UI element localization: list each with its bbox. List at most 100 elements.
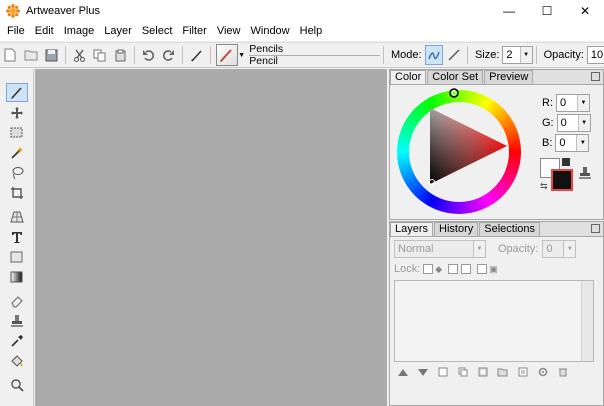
layer-opacity-value: 0 — [546, 243, 553, 255]
new-layer-icon[interactable] — [436, 367, 449, 377]
toolbar-separator — [467, 46, 468, 64]
menu-file[interactable]: File — [2, 22, 30, 41]
new-file-icon[interactable] — [1, 45, 20, 65]
green-label: G: — [542, 117, 554, 129]
reset-colors-icon[interactable]: ⇆ — [540, 181, 548, 192]
layer-opacity-spinner[interactable]: 0 ▼ — [542, 240, 577, 258]
minimize-button[interactable]: — — [490, 0, 528, 22]
menu-bar: File Edit Image Layer Select Filter View… — [0, 22, 604, 41]
menu-select[interactable]: Select — [137, 22, 178, 41]
toolbar-separator — [383, 46, 384, 64]
menu-window[interactable]: Window — [246, 22, 295, 41]
brush-preview[interactable] — [215, 44, 238, 66]
menu-filter[interactable]: Filter — [177, 22, 211, 41]
spin-arrows-icon[interactable]: ▼ — [577, 115, 590, 131]
color-wheel[interactable] — [395, 88, 523, 216]
layers-scrollbar[interactable] — [581, 281, 593, 361]
tab-selections[interactable]: Selections — [479, 222, 541, 236]
layer-lock-row: Lock: ◆ ▣ — [390, 259, 603, 279]
tab-color-set[interactable]: Color Set — [427, 70, 484, 84]
lock-transparency-checkbox[interactable] — [423, 264, 434, 274]
lock-paint-checkbox[interactable] — [448, 264, 459, 274]
rectangle-select-icon[interactable] — [6, 123, 28, 142]
brush-category: Pencils — [249, 43, 380, 56]
tab-preview[interactable]: Preview — [484, 70, 534, 84]
perspective-icon[interactable] — [6, 207, 28, 226]
layer-mask-icon[interactable] — [476, 367, 489, 377]
delete-layer-icon[interactable] — [556, 367, 569, 377]
panel-menu-icon[interactable] — [591, 224, 600, 233]
layer-settings-icon[interactable] — [536, 367, 549, 377]
move-icon[interactable] — [6, 103, 28, 122]
save-icon[interactable] — [42, 45, 61, 65]
opacity-value: 10 — [590, 49, 604, 61]
tab-color[interactable]: Color — [390, 70, 427, 84]
size-value: 2 — [506, 49, 513, 61]
artweaver-logo-icon — [6, 4, 20, 18]
menu-layer[interactable]: Layer — [99, 22, 137, 41]
layer-properties-icon[interactable] — [516, 367, 529, 377]
gradient-icon[interactable] — [6, 267, 28, 286]
red-spinner[interactable]: 0 ▼ — [556, 94, 590, 112]
spin-arrows-icon[interactable]: ▼ — [577, 95, 589, 111]
magic-wand-icon[interactable] — [6, 143, 28, 162]
opacity-field[interactable]: 10 — [586, 46, 604, 64]
close-button[interactable]: ✕ — [566, 0, 604, 22]
chevron-down-icon[interactable]: ▼ — [238, 45, 245, 65]
eyedropper-icon[interactable] — [6, 331, 28, 350]
zoom-icon[interactable] — [6, 375, 28, 394]
clone-stamp-icon[interactable] — [6, 311, 28, 330]
lock-position-checkbox[interactable] — [461, 264, 472, 274]
paint-bucket-icon[interactable] — [6, 351, 28, 370]
redo-icon[interactable] — [160, 45, 179, 65]
swap-colors-icon[interactable] — [562, 158, 570, 166]
blend-mode-select[interactable]: Normal ▼ — [394, 240, 486, 258]
line-mode-icon[interactable] — [444, 45, 463, 65]
layers-panel-tabs: Layers History Selections — [390, 222, 603, 237]
color-stamp-icon[interactable] — [579, 166, 591, 180]
chevron-down-icon[interactable]: ▼ — [519, 47, 532, 63]
cut-icon[interactable] — [70, 45, 89, 65]
brush-selector[interactable]: Pencils Pencil — [249, 43, 380, 67]
menu-view[interactable]: View — [212, 22, 246, 41]
size-dropdown[interactable]: 2 ▼ — [502, 46, 533, 64]
tab-layers[interactable]: Layers — [390, 222, 434, 236]
freehand-mode-icon[interactable] — [424, 45, 444, 65]
move-layer-down-icon[interactable] — [416, 367, 429, 377]
layers-list[interactable] — [394, 280, 594, 362]
menu-edit[interactable]: Edit — [30, 22, 59, 41]
canvas-area[interactable] — [35, 69, 387, 406]
crop-icon[interactable] — [6, 183, 28, 202]
menu-image[interactable]: Image — [59, 22, 100, 41]
layers-panel: Layers History Selections Normal ▼ Opaci… — [389, 221, 604, 406]
open-folder-icon[interactable] — [22, 45, 41, 65]
copy-icon[interactable] — [91, 45, 110, 65]
paste-icon[interactable] — [111, 45, 130, 65]
tool-box — [0, 69, 34, 406]
tab-history[interactable]: History — [434, 222, 479, 236]
toolbar-separator — [133, 46, 135, 64]
color-panel: Color Color Set Preview R: 0 ▼ G: 0 ▼ B:… — [389, 69, 604, 220]
lasso-icon[interactable] — [6, 163, 28, 182]
duplicate-layer-icon[interactable] — [456, 367, 469, 377]
menu-help[interactable]: Help — [295, 22, 328, 41]
blue-spinner[interactable]: 0 ▼ — [555, 134, 590, 152]
chevron-down-icon[interactable]: ▼ — [473, 241, 485, 257]
maximize-button[interactable]: ☐ — [528, 0, 566, 22]
spin-arrows-icon[interactable]: ▼ — [576, 135, 589, 151]
panel-menu-icon[interactable] — [591, 72, 600, 81]
undo-icon[interactable] — [139, 45, 158, 65]
foreground-color-swatch[interactable] — [551, 169, 573, 191]
layer-folder-icon[interactable] — [496, 367, 509, 377]
color-panel-tabs: Color Color Set Preview — [390, 70, 603, 85]
eraser-icon[interactable] — [6, 291, 28, 310]
shape-icon[interactable] — [6, 247, 28, 266]
move-layer-up-icon[interactable] — [396, 367, 409, 377]
toolbar-separator — [65, 46, 66, 64]
lock-all-checkbox[interactable] — [477, 264, 488, 274]
green-spinner[interactable]: 0 ▼ — [556, 114, 591, 132]
chevron-down-icon[interactable]: ▼ — [563, 241, 576, 257]
brush-tool-icon[interactable] — [187, 45, 206, 65]
text-tool-icon[interactable] — [6, 227, 28, 246]
paint-brush-icon[interactable] — [5, 83, 28, 102]
